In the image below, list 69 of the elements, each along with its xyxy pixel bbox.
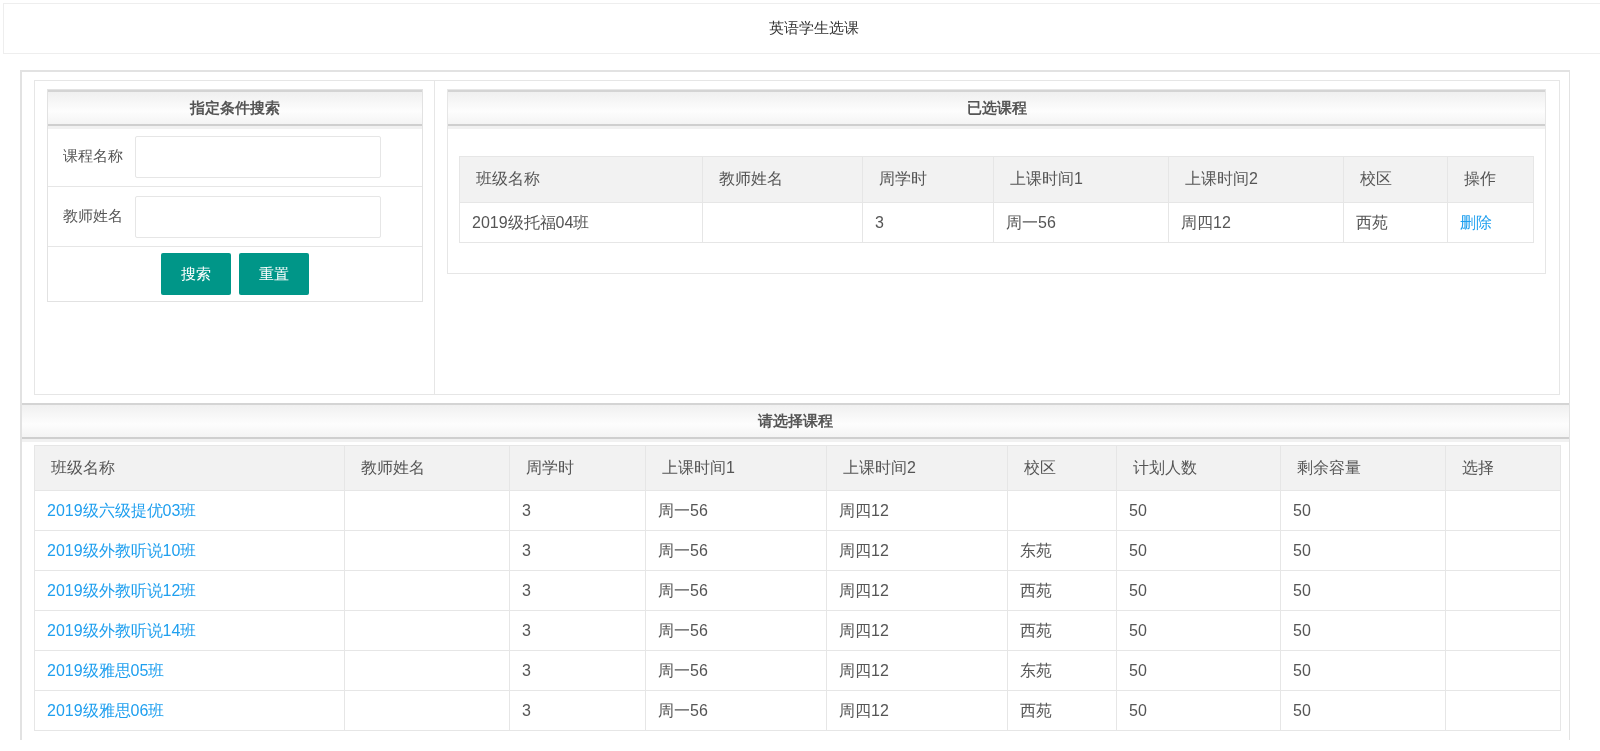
table-cell: 周四12 xyxy=(839,701,889,719)
column-header: 剩余容量 xyxy=(1297,458,1361,476)
table-cell: 50 xyxy=(1293,501,1311,519)
table-cell: 周四12 xyxy=(839,541,889,559)
table-cell: 50 xyxy=(1129,621,1147,639)
page-title: 英语学生选课 xyxy=(768,19,859,38)
column-header: 班级名称 xyxy=(476,170,540,187)
table-cell: 西苑 xyxy=(1020,621,1052,639)
table-cell: 周四12 xyxy=(839,661,889,679)
column-header: 班级名称 xyxy=(51,458,115,476)
panel-title: 已选课程 xyxy=(966,98,1027,118)
table-cell: 周一56 xyxy=(658,501,708,519)
table-cell: 2019级托福04班 xyxy=(472,213,590,231)
column-header: 周学时 xyxy=(526,458,574,476)
column-header: 操作 xyxy=(1464,170,1496,187)
column-header: 上课时间2 xyxy=(843,458,916,476)
column-header: 教师姓名 xyxy=(719,170,783,187)
column-header: 上课时间1 xyxy=(1010,170,1083,187)
table-cell: 50 xyxy=(1129,541,1147,559)
table-cell: 周一56 xyxy=(658,661,708,679)
table-cell: 周四12 xyxy=(839,621,889,639)
table-cell: 50 xyxy=(1129,701,1147,719)
table-cell: 3 xyxy=(522,621,531,639)
column-header: 校区 xyxy=(1024,458,1056,476)
table-cell: 50 xyxy=(1129,501,1147,519)
table-cell: 3 xyxy=(522,501,531,519)
field-label: 课程名称 xyxy=(63,147,124,166)
column-header: 校区 xyxy=(1360,170,1392,187)
table-cell: 50 xyxy=(1293,581,1311,599)
table-cell: 3 xyxy=(522,581,531,599)
table-cell: 周一56 xyxy=(1006,213,1056,231)
panel-title: 指定条件搜索 xyxy=(190,98,280,118)
link[interactable]: 2019级雅思05班 xyxy=(47,661,165,679)
column-header: 教师姓名 xyxy=(361,458,425,476)
link[interactable]: 删除 xyxy=(1460,213,1492,231)
action-button[interactable]: 搜索 xyxy=(161,253,231,295)
table-cell: 50 xyxy=(1129,661,1147,679)
table-cell: 50 xyxy=(1129,581,1147,599)
table-cell: 50 xyxy=(1293,701,1311,719)
table-cell: 周四12 xyxy=(1181,213,1231,231)
column-header: 上课时间2 xyxy=(1185,170,1258,187)
input-field[interactable] xyxy=(135,195,381,238)
table-cell: 周一56 xyxy=(658,581,708,599)
table-cell: 周一56 xyxy=(658,541,708,559)
table-cell: 3 xyxy=(875,213,884,231)
action-button[interactable]: 重置 xyxy=(239,253,309,295)
table-cell: 西苑 xyxy=(1356,213,1388,231)
table-cell: 50 xyxy=(1293,541,1311,559)
table-cell: 西苑 xyxy=(1020,581,1052,599)
link[interactable]: 2019级雅思06班 xyxy=(47,701,165,719)
table-cell: 东苑 xyxy=(1020,661,1052,679)
table-cell: 3 xyxy=(522,541,531,559)
table-cell: 3 xyxy=(522,661,531,679)
table-cell: 周四12 xyxy=(839,581,889,599)
table-cell: 周四12 xyxy=(839,501,889,519)
table-cell: 50 xyxy=(1293,621,1311,639)
table-cell: 周一56 xyxy=(658,621,708,639)
table-cell: 50 xyxy=(1293,661,1311,679)
column-header: 上课时间1 xyxy=(662,458,735,476)
table-cell: 3 xyxy=(522,701,531,719)
column-header: 选择 xyxy=(1462,458,1494,476)
table-cell: 周一56 xyxy=(658,701,708,719)
column-header: 周学时 xyxy=(879,170,927,187)
section-title: 请选择课程 xyxy=(758,411,833,431)
column-header: 计划人数 xyxy=(1133,458,1197,476)
table-cell: 西苑 xyxy=(1020,701,1052,719)
field-label: 教师姓名 xyxy=(63,207,124,226)
table-cell: 东苑 xyxy=(1020,541,1052,559)
input-field[interactable] xyxy=(135,135,381,178)
